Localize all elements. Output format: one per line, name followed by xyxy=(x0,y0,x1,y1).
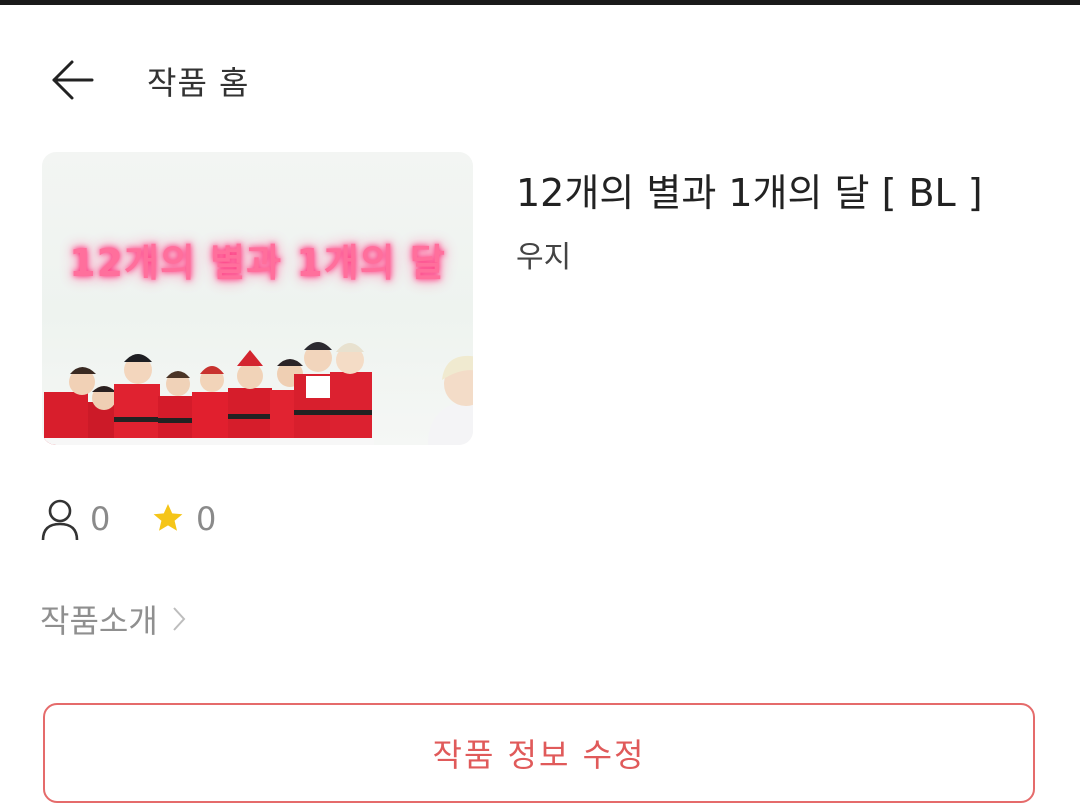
work-intro-label: 작품소개 xyxy=(40,602,158,640)
author-name[interactable]: 우지 xyxy=(516,232,571,276)
cover-illustration xyxy=(44,342,473,445)
work-title: 12개의 별과 1개의 달 [ BL ] xyxy=(516,171,983,215)
page-title: 작품 홈 xyxy=(147,64,250,102)
star-icon xyxy=(153,504,183,531)
arrow-left-icon[interactable] xyxy=(44,52,100,108)
edit-work-info-button[interactable]: 작품 정보 수정 xyxy=(43,703,1035,803)
work-cover-image[interactable]: 12개의 별과 1개의 달 xyxy=(42,152,473,445)
person-icon xyxy=(41,499,79,541)
chevron-right-icon xyxy=(173,607,186,631)
app-header: 작품 홈 xyxy=(0,40,1080,120)
reader-count: 0 xyxy=(90,500,111,538)
status-bar-edge xyxy=(0,0,1080,5)
work-intro-link[interactable]: 작품소개 xyxy=(40,596,186,642)
star-count: 0 xyxy=(196,500,217,538)
